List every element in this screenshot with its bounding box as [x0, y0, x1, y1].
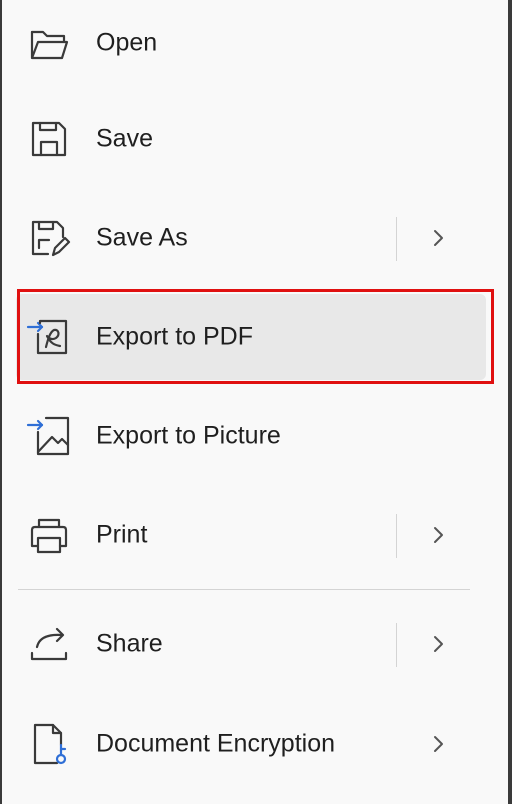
menu-item-label: Print: [96, 520, 148, 549]
menu-item-label: Share: [96, 629, 163, 658]
menu-item-print[interactable]: Print: [16, 492, 486, 578]
menu-item-export-to-pdf[interactable]: Export to PDF: [16, 294, 486, 380]
menu-divider: [18, 589, 470, 590]
menu-item-open[interactable]: Open: [16, 0, 486, 86]
chevron-right-icon[interactable]: [426, 226, 450, 250]
export-pdf-icon: [26, 319, 68, 355]
save-as-icon: [31, 220, 71, 257]
export-picture-icon: [26, 416, 70, 456]
printer-icon: [30, 518, 68, 554]
menu-item-label: Open: [96, 28, 158, 57]
menu-item-document-encryption[interactable]: Document Encryption: [16, 701, 486, 787]
save-icon: [31, 121, 67, 157]
menu-item-save[interactable]: Save: [16, 96, 486, 182]
folder-open-icon: [30, 30, 69, 60]
chevron-right-icon[interactable]: [426, 523, 450, 547]
menu-item-save-as[interactable]: Save As: [16, 195, 486, 281]
chevron-right-icon[interactable]: [426, 632, 450, 656]
menu-item-label: Save As: [96, 223, 188, 252]
window-right-border: [508, 0, 512, 804]
submenu-divider: [396, 217, 397, 261]
file-menu: Open Save Save As Export to PDF Export t…: [2, 0, 508, 804]
menu-item-label: Save: [96, 124, 153, 153]
menu-item-label: Document Encryption: [96, 729, 336, 758]
submenu-divider: [396, 623, 397, 667]
menu-item-export-to-picture[interactable]: Export to Picture: [16, 393, 486, 479]
document-encryption-icon: [33, 723, 67, 765]
menu-item-share[interactable]: Share: [16, 601, 486, 687]
menu-item-label: Export to Picture: [96, 421, 281, 450]
menu-item-label: Export to PDF: [96, 322, 253, 351]
chevron-right-icon[interactable]: [426, 732, 450, 756]
share-icon: [30, 627, 68, 661]
submenu-divider: [396, 514, 397, 558]
